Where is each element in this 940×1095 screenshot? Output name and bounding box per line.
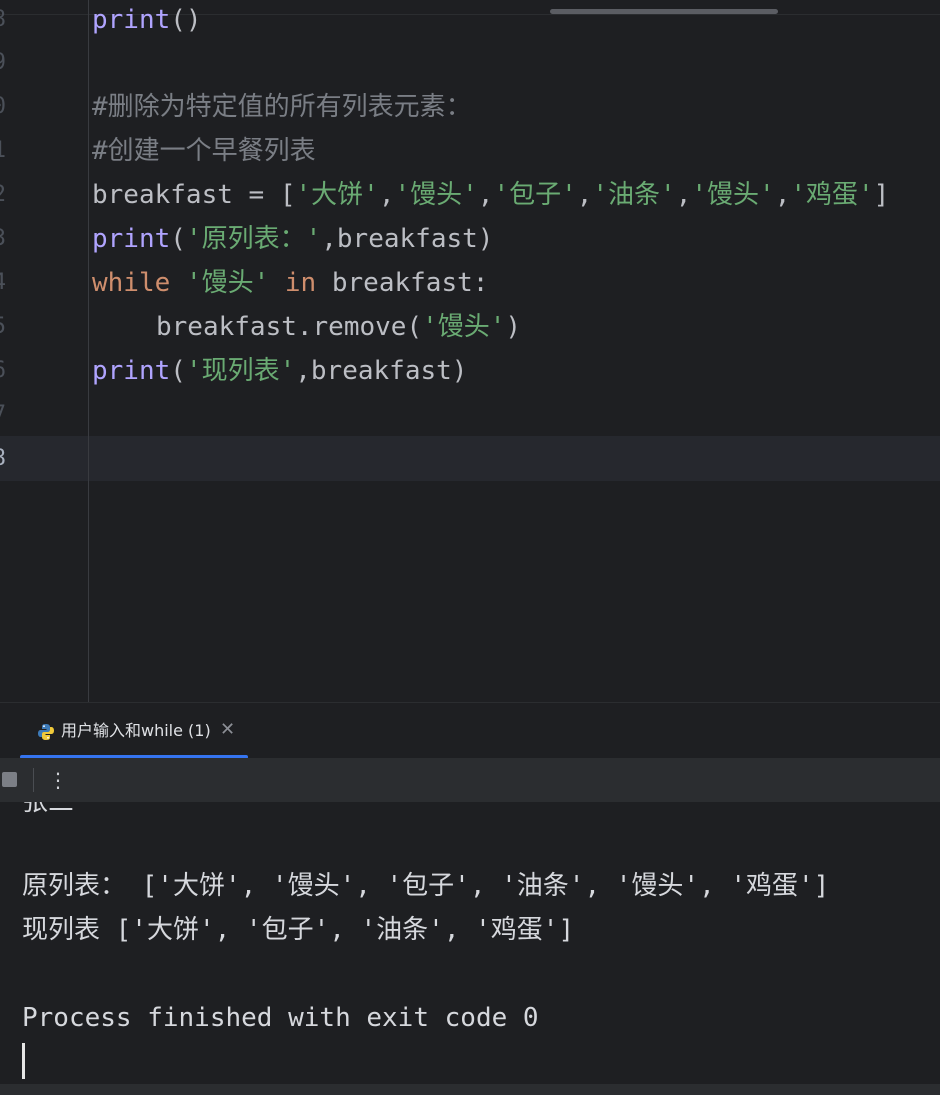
- code-token-fn: print: [92, 224, 171, 254]
- code-token-fn: print: [92, 356, 171, 386]
- line-number: 5: [0, 305, 6, 349]
- line-number-current: 8: [0, 437, 6, 481]
- code-token-str: '现列表': [185, 356, 296, 386]
- run-tool-window-header: 用户输入和while (1) ✕: [0, 702, 940, 759]
- code-token-str: '馒头': [185, 268, 270, 298]
- console-line: 现列表 ['大饼', '包子', '油条', '鸡蛋']: [22, 915, 575, 945]
- code-line[interactable]: print(): [92, 0, 202, 42]
- code-line-comment[interactable]: #删除为特定值的所有列表元素：: [92, 85, 472, 129]
- code-token-plain: ,: [477, 180, 494, 210]
- close-icon[interactable]: ✕: [220, 719, 235, 741]
- gutter-divider: [88, 0, 89, 702]
- code-token-plain: breakfast = [: [92, 180, 296, 210]
- code-line-print[interactable]: print('原列表：',breakfast): [92, 217, 493, 261]
- code-token-str: '馒头': [422, 312, 506, 342]
- more-vertical-icon[interactable]: ⋮: [48, 767, 68, 793]
- code-line-while[interactable]: while '馒头' in breakfast:: [92, 261, 488, 305]
- line-number: 8: [0, 0, 6, 42]
- code-token-plain: ,breakfast): [295, 356, 468, 386]
- code-line-print[interactable]: print('现列表',breakfast): [92, 349, 467, 393]
- code-line-remove[interactable]: breakfast.remove('馒头'): [156, 305, 521, 349]
- code-token-plain: (): [170, 5, 202, 35]
- code-token-comment: #创建一个早餐列表: [92, 136, 316, 166]
- code-token-str: '原列表：': [185, 224, 322, 254]
- line-number: 9: [0, 41, 6, 85]
- code-token-plain: (: [170, 356, 186, 386]
- code-token-kw: while: [92, 268, 171, 298]
- code-token-plain: ): [505, 312, 522, 342]
- run-tab[interactable]: 用户输入和while (1) ✕: [20, 703, 248, 759]
- code-line-assignment[interactable]: breakfast = ['大饼','馒头','包子','油条','馒头','鸡…: [92, 173, 889, 217]
- console-line: 张三: [22, 802, 75, 817]
- python-icon: [38, 724, 54, 740]
- code-token-str: '包子': [493, 180, 577, 210]
- stop-icon[interactable]: [2, 772, 17, 787]
- code-token-plain: ,breakfast): [321, 224, 494, 254]
- code-token-plain: ,: [675, 180, 692, 210]
- line-number: 6: [0, 349, 6, 393]
- code-token-kw: in: [284, 268, 317, 298]
- line-number: 4: [0, 261, 6, 305]
- code-token-plain: ,: [378, 180, 395, 210]
- code-editor[interactable]: 8 9 0 1 2 3 4 5 6 7 8 print() #删除为特定值的所有…: [0, 0, 940, 702]
- line-number: 3: [0, 217, 6, 261]
- code-token-str: '鸡蛋': [790, 180, 874, 210]
- code-token-plain: breakfast:: [316, 268, 489, 298]
- console-text-cursor: [22, 1043, 25, 1079]
- code-token-plain: breakfast.remove(: [156, 312, 423, 342]
- console-exit-message: Process finished with exit code 0: [22, 1003, 539, 1033]
- code-token-str: '馒头': [691, 180, 775, 210]
- code-token-plain: ,: [576, 180, 593, 210]
- run-tab-label: 用户输入和while (1): [61, 721, 211, 740]
- code-token-plain: ]: [873, 180, 890, 210]
- current-line-highlight: [0, 436, 940, 481]
- line-number: 0: [0, 85, 6, 129]
- code-token-str: '油条': [592, 180, 676, 210]
- code-token-plain: (: [170, 224, 186, 254]
- code-token-str: '馒头': [394, 180, 478, 210]
- toolbar-separator: [33, 768, 34, 792]
- code-line-comment[interactable]: #创建一个早餐列表: [92, 129, 316, 173]
- run-toolbar: ⋮: [0, 758, 940, 802]
- line-number: 7: [0, 393, 6, 437]
- run-console-output[interactable]: 张三 原列表： ['大饼', '馒头', '包子', '油条', '馒头', '…: [0, 802, 940, 1084]
- code-token-plain: ,: [774, 180, 791, 210]
- status-bar: [0, 1084, 940, 1095]
- line-number: 1: [0, 129, 6, 173]
- code-token-str: '大饼': [295, 180, 379, 210]
- console-line: 原列表： ['大饼', '馒头', '包子', '油条', '馒头', '鸡蛋'…: [22, 871, 830, 901]
- code-token-fn: print: [92, 5, 171, 35]
- line-number: 2: [0, 173, 6, 217]
- code-token-comment: #删除为特定值的所有列表元素：: [92, 92, 472, 122]
